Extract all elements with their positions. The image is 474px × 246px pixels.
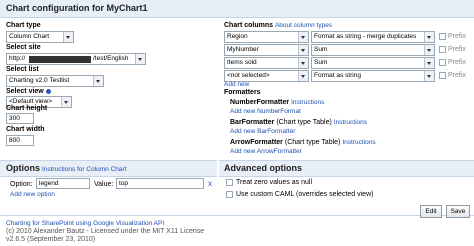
chevron-down-icon	[135, 54, 145, 64]
prefix-label-1: Prefix	[448, 33, 466, 40]
chevron-down-icon	[424, 71, 434, 81]
format-select-1[interactable]: Format as string - merge duplicates	[311, 31, 435, 43]
edit-button[interactable]: Edit	[420, 205, 442, 218]
chart-type-value: Column Chart	[9, 33, 50, 40]
dialog-header: Chart configuration for MyChart1	[0, 0, 474, 18]
prefix-checkbox-2[interactable]	[439, 46, 446, 53]
chart-type-label: Chart type	[6, 22, 41, 29]
value-input[interactable]: top	[116, 178, 204, 189]
chevron-down-icon	[61, 97, 71, 107]
help-icon[interactable]	[45, 88, 51, 94]
dialog-title: Chart configuration for MyChart1	[6, 3, 148, 13]
site-suffix: /test/English	[93, 55, 129, 62]
chart-width-input[interactable]: 800	[6, 135, 34, 146]
prefix-label-2: Prefix	[448, 46, 466, 53]
chart-type-select[interactable]: Column Chart	[6, 31, 74, 43]
select-list-label: Select list	[6, 66, 39, 73]
custom-caml-label: Use custom CAML (overrides selected view…	[236, 191, 374, 198]
prefix-checkbox-4[interactable]	[439, 72, 446, 79]
add-new-option-link[interactable]: Add new option	[10, 191, 55, 198]
chevron-down-icon	[298, 58, 308, 68]
view-value: <Default view>	[9, 98, 52, 105]
option-input[interactable]: legend	[36, 178, 90, 189]
chart-height-label: Chart height	[6, 105, 48, 112]
prefix-label-4: Prefix	[448, 72, 466, 79]
arrow-formatter-name: ArrowFormatter	[230, 139, 283, 146]
format-select-4[interactable]: Format as string	[311, 70, 435, 82]
treat-zero-checkbox[interactable]	[226, 179, 233, 186]
select-site-label: Select site	[6, 44, 41, 51]
bar-formatter-instructions-link[interactable]: Instructions	[334, 119, 367, 126]
list-select[interactable]: Charting v2.0 Testlist	[6, 75, 104, 87]
chart-width-label: Chart width	[6, 126, 45, 133]
chevron-down-icon	[298, 32, 308, 42]
chart-height-input[interactable]: 300	[6, 113, 34, 124]
option-label: Option:	[10, 181, 33, 188]
list-value: Charting v2.0 Testlist	[9, 77, 70, 84]
arrow-formatter-suffix: (Chart type Table)	[284, 139, 341, 146]
chevron-down-icon	[424, 45, 434, 55]
chart-columns-header: Chart columns About column types	[224, 22, 332, 29]
select-view-label: Select view	[6, 88, 51, 95]
chevron-down-icon	[298, 71, 308, 81]
format-select-2[interactable]: Sum	[311, 44, 435, 56]
chevron-down-icon	[298, 45, 308, 55]
add-number-format-link[interactable]: Add new NumberFormat	[230, 108, 301, 115]
chart-columns-label: Chart columns	[224, 22, 274, 29]
advanced-title: Advanced options	[224, 163, 303, 173]
footer-version: v2.6.5 (September 23, 2010)	[6, 236, 96, 243]
bar-formatter-name: BarFormatter	[230, 119, 275, 126]
number-formatter-row: NumberFormatter Instructions	[230, 99, 324, 106]
format-select-3[interactable]: Sum	[311, 57, 435, 69]
column-select-3[interactable]: Items sold	[224, 57, 309, 69]
redacted-host	[29, 56, 91, 63]
value-label: Value:	[94, 181, 114, 188]
arrow-formatter-row: ArrowFormatter (Chart type Table) Instru…	[230, 139, 376, 146]
bar-formatter-row: BarFormatter (Chart type Table) Instruct…	[230, 119, 367, 126]
options-title: Options	[6, 163, 40, 173]
column-select-1[interactable]: Region	[224, 31, 309, 43]
chevron-down-icon	[424, 58, 434, 68]
number-formatter-instructions-link[interactable]: Instructions	[291, 99, 324, 106]
chevron-down-icon	[93, 76, 103, 86]
footer-divider	[0, 215, 474, 216]
prefix-label-3: Prefix	[448, 59, 466, 66]
options-instructions-link[interactable]: Instructions for Column Chart	[42, 166, 127, 173]
options-title-row: Options Instructions for Column Chart	[6, 163, 127, 173]
number-formatter-name: NumberFormatter	[230, 99, 290, 106]
custom-caml-checkbox[interactable]	[226, 191, 233, 198]
prefix-checkbox-1[interactable]	[439, 33, 446, 40]
prefix-checkbox-3[interactable]	[439, 59, 446, 66]
chevron-down-icon	[63, 32, 73, 42]
bar-formatter-suffix: (Chart type Table)	[276, 119, 332, 126]
site-prefix: http://	[9, 55, 26, 62]
save-button[interactable]: Save	[446, 205, 470, 218]
footer-api-link[interactable]: Charting for SharePoint using Google Vis…	[6, 220, 164, 227]
remove-option-icon[interactable]: x	[208, 179, 212, 188]
add-arrow-formatter-link[interactable]: Add new ArrowFormatter	[230, 148, 302, 155]
add-new-column-link[interactable]: Add new	[224, 81, 249, 88]
site-select[interactable]: http:// /test/English	[6, 53, 146, 65]
chevron-down-icon	[424, 32, 434, 42]
arrow-formatter-instructions-link[interactable]: Instructions	[342, 139, 375, 146]
about-column-types-link[interactable]: About column types	[275, 22, 332, 29]
formatters-label: Formatters	[224, 89, 261, 96]
column-select-2[interactable]: MyNumber	[224, 44, 309, 56]
footer-license: (c) 2010 Alexander Bautz - Licensed unde…	[6, 228, 205, 235]
treat-zero-label: Treat zero values as null	[236, 179, 312, 186]
add-bar-formatter-link[interactable]: Add new BarFormatter	[230, 128, 295, 135]
